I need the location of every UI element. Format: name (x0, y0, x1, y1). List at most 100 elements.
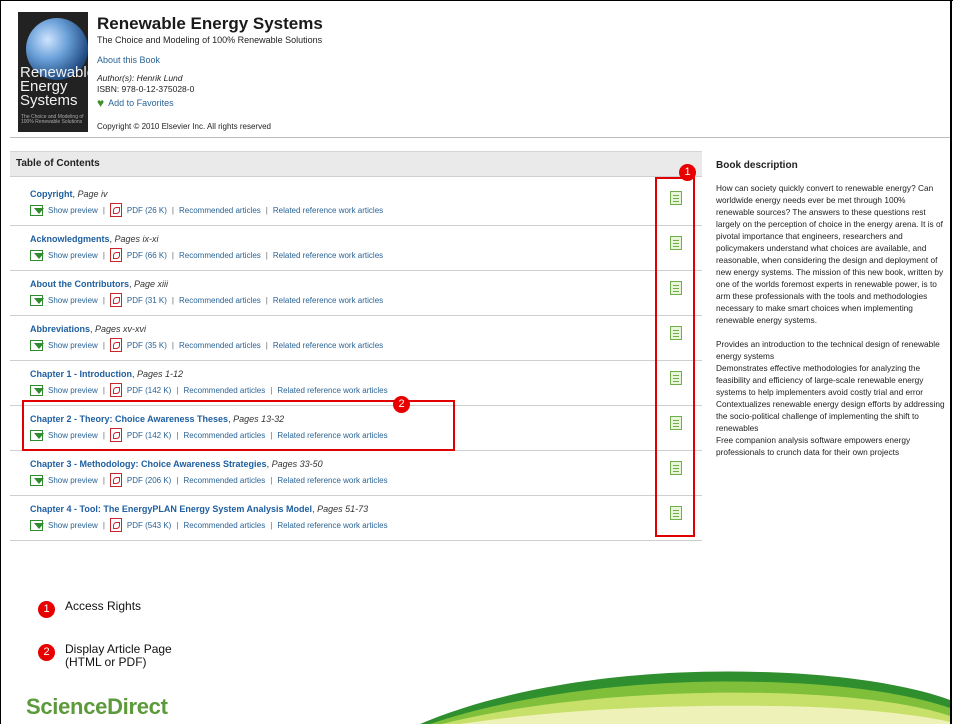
toc-title-line: Copyright, Page iv (30, 189, 108, 199)
show-preview-link[interactable]: Show preview (48, 521, 98, 530)
link-separator: | (171, 295, 174, 305)
pdf-link[interactable]: PDF (206 K) (127, 476, 171, 485)
toc-item-title-link[interactable]: Chapter 4 - Tool: The EnergyPLAN Energy … (30, 504, 312, 514)
related-reference-link[interactable]: Related reference work articles (273, 296, 383, 305)
recommended-articles-link[interactable]: Recommended articles (183, 476, 265, 485)
link-separator: | (265, 295, 268, 305)
related-reference-link[interactable]: Related reference work articles (277, 521, 387, 530)
recommended-articles-link[interactable]: Recommended articles (179, 341, 261, 350)
toc-item-pages: Page xiii (134, 279, 169, 289)
show-preview-link[interactable]: Show preview (48, 206, 98, 215)
link-separator: | (265, 340, 268, 350)
pdf-icon[interactable] (109, 518, 122, 532)
toc-item-links: Show preview | PDF (26 K) | Recommended arti… (30, 203, 383, 217)
related-reference-link[interactable]: Related reference work articles (273, 341, 383, 350)
toc-item-title-link[interactable]: Chapter 3 - Methodology: Choice Awarenes… (30, 459, 267, 469)
book-authors: Author(s): Henrik Lund (97, 73, 183, 83)
callout-badge-2: 2 (393, 396, 410, 413)
show-preview-link[interactable]: Show preview (48, 341, 98, 350)
add-to-favorites-link[interactable]: ♥ Add to Favorites (97, 96, 174, 110)
show-preview-link[interactable]: Show preview (48, 251, 98, 260)
pdf-link[interactable]: PDF (31 K) (127, 296, 167, 305)
link-separator: | (270, 475, 273, 485)
link-separator: | (102, 340, 105, 350)
toc-item-pages: Pages ix-xi (114, 234, 159, 244)
show-preview-link[interactable]: Show preview (48, 476, 98, 485)
link-separator: | (176, 520, 179, 530)
recommended-articles-link[interactable]: Recommended articles (179, 296, 261, 305)
link-separator: | (102, 475, 105, 485)
book-isbn: ISBN: 978-0-12-375028-0 (97, 84, 195, 94)
recommended-articles-link[interactable]: Recommended articles (183, 521, 265, 530)
show-preview-icon[interactable] (30, 249, 44, 261)
toc-item-pages: Pages 51-73 (317, 504, 369, 514)
book-subtitle: The Choice and Modeling of 100% Renewabl… (97, 35, 323, 45)
link-separator: | (176, 475, 179, 485)
toc-item-pages: Page iv (77, 189, 108, 199)
pdf-icon[interactable] (109, 338, 122, 352)
recommended-articles-link[interactable]: Recommended articles (179, 206, 261, 215)
link-separator: | (102, 295, 105, 305)
pdf-link[interactable]: PDF (142 K) (127, 386, 171, 395)
heart-icon: ♥ (97, 96, 105, 110)
pdf-icon[interactable] (109, 293, 122, 307)
pdf-link[interactable]: PDF (543 K) (127, 521, 171, 530)
show-preview-icon[interactable] (30, 474, 44, 486)
toc-item-title-link[interactable]: Abbreviations (30, 324, 90, 334)
toc-item-pages: Pages xv-xvi (95, 324, 147, 334)
cover-subtitle: The Choice and Modeling of 100% Renewabl… (21, 114, 84, 125)
link-separator: | (270, 520, 273, 530)
toc-item-pages: Pages 33-50 (271, 459, 323, 469)
frame-left-border (0, 0, 1, 724)
recommended-articles-link[interactable]: Recommended articles (179, 251, 261, 260)
toc-item-title-link[interactable]: Acknowledgments (30, 234, 110, 244)
pdf-icon[interactable] (109, 203, 122, 217)
show-preview-icon[interactable] (30, 519, 44, 531)
cover-title: Renewable Energy Systems (20, 64, 88, 109)
link-separator: | (265, 250, 268, 260)
show-preview-icon[interactable] (30, 339, 44, 351)
toc-title-line: Acknowledgments, Pages ix-xi (30, 234, 159, 244)
toc-item-links: Show preview | PDF (35 K) | Recommended arti… (30, 338, 383, 352)
pdf-icon[interactable] (109, 383, 122, 397)
related-reference-link[interactable]: Related reference work articles (273, 206, 383, 215)
link-separator: | (176, 385, 179, 395)
pdf-icon[interactable] (109, 473, 122, 487)
add-to-favorites-label: Add to Favorites (108, 98, 174, 108)
toc-item-links: Show preview | PDF (31 K) | Recommended arti… (30, 293, 383, 307)
link-separator: | (102, 520, 105, 530)
link-separator: | (102, 250, 105, 260)
toc-title-line: Chapter 3 - Methodology: Choice Awarenes… (30, 459, 323, 469)
toc-item-links: Show preview | PDF (543 K) | Recommended art… (30, 518, 388, 532)
toc-item-title-link[interactable]: Copyright (30, 189, 73, 199)
show-preview-link[interactable]: Show preview (48, 296, 98, 305)
toc-title-line: Abbreviations, Pages xv-xvi (30, 324, 146, 334)
recommended-articles-link[interactable]: Recommended articles (183, 386, 265, 395)
toc-item-links: Show preview | PDF (66 K) | Recommended arti… (30, 248, 383, 262)
show-preview-icon[interactable] (30, 204, 44, 216)
legend-badge-2: 2 (38, 644, 55, 661)
related-reference-link[interactable]: Related reference work articles (277, 476, 387, 485)
link-separator: | (171, 340, 174, 350)
toc-item-title-link[interactable]: Chapter 1 - Introduction (30, 369, 132, 379)
pdf-link[interactable]: PDF (26 K) (127, 206, 167, 215)
book-title: Renewable Energy Systems (97, 14, 323, 33)
legend-label: Display Article Page (HTML or PDF) (65, 642, 172, 669)
toc-item-title-link[interactable]: About the Contributors (30, 279, 129, 289)
pdf-link[interactable]: PDF (35 K) (127, 341, 167, 350)
legend-item-display-article: 2 Display Article Page (HTML or PDF) (38, 643, 205, 669)
link-separator: | (102, 385, 105, 395)
related-reference-link[interactable]: Related reference work articles (277, 386, 387, 395)
toc-title-line: Chapter 4 - Tool: The EnergyPLAN Energy … (30, 504, 368, 514)
toc-item-links: Show preview | PDF (142 K) | Recommended art… (30, 383, 388, 397)
pdf-link[interactable]: PDF (66 K) (127, 251, 167, 260)
about-book-link[interactable]: About this Book (97, 55, 160, 65)
pdf-icon[interactable] (109, 248, 122, 262)
toc-item-pages: Pages 1-12 (137, 369, 184, 379)
legend-badge-1: 1 (38, 601, 55, 618)
show-preview-icon[interactable] (30, 294, 44, 306)
show-preview-icon[interactable] (30, 384, 44, 396)
related-reference-link[interactable]: Related reference work articles (273, 251, 383, 260)
show-preview-link[interactable]: Show preview (48, 386, 98, 395)
legend-label: Access Rights (65, 599, 142, 613)
